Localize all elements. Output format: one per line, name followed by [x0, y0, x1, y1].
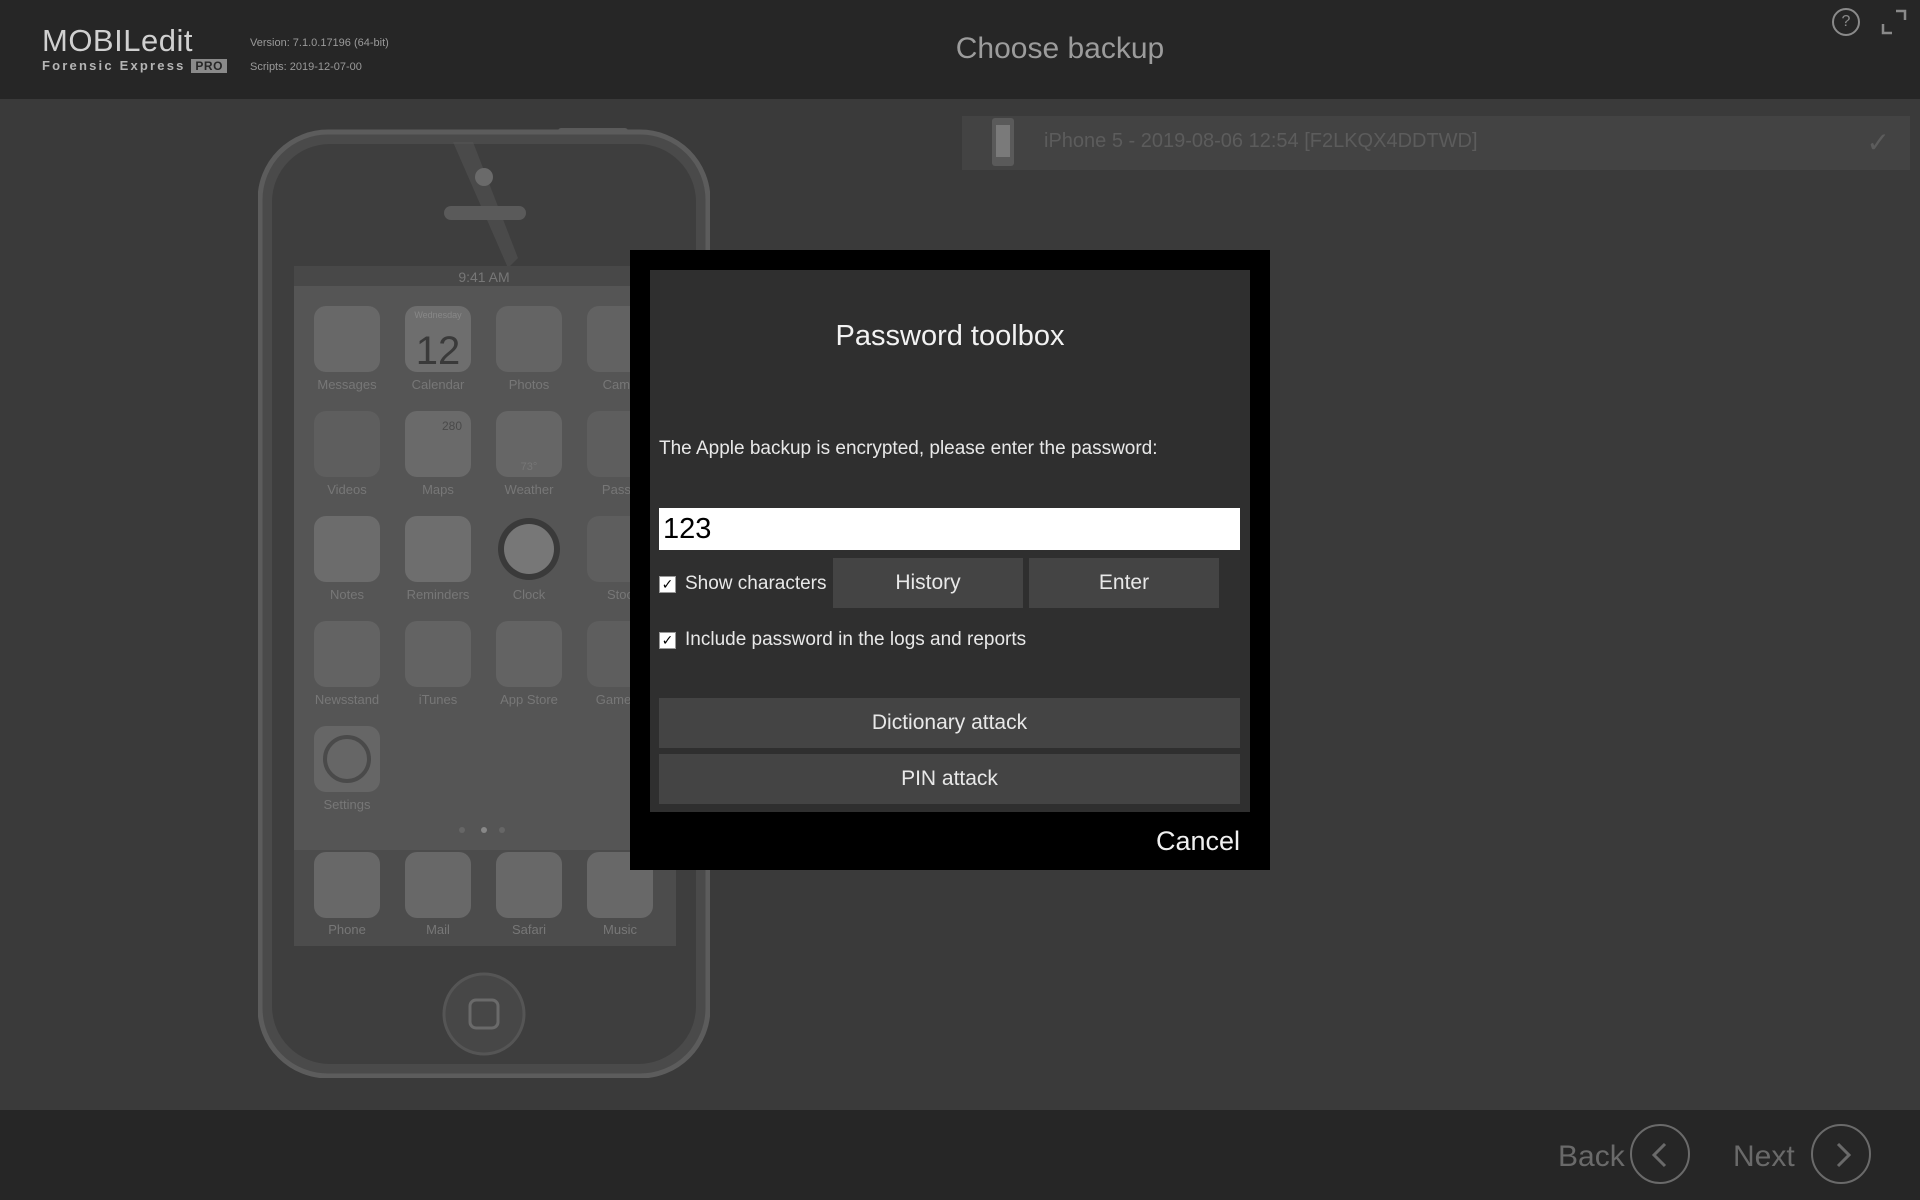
page-dot: [459, 827, 465, 833]
page-dot: [481, 827, 487, 833]
show-characters-checkbox[interactable]: ✓: [659, 575, 676, 593]
photos-app-icon: [496, 306, 562, 372]
chevron-left-icon[interactable]: [1630, 1124, 1690, 1184]
app-label: Clock: [513, 587, 546, 602]
question-mark-icon[interactable]: ?: [1832, 8, 1860, 36]
reminders-app-icon: [405, 516, 471, 582]
dictionary-attack-button[interactable]: Dictionary attack: [659, 698, 1240, 748]
weather-temp-text: 73°: [521, 461, 538, 473]
phone-time: 9:41 AM: [458, 269, 509, 285]
password-toolbox-dialog: Password toolbox The Apple backup is enc…: [630, 250, 1270, 870]
phone-app-icon: [314, 852, 380, 918]
dialog-body: Password toolbox The Apple backup is enc…: [650, 270, 1250, 812]
history-button[interactable]: History: [833, 558, 1023, 608]
backup-list-item[interactable]: iPhone 5 - 2019-08-06 12:54 [F2LKQX4DDTW…: [962, 116, 1910, 170]
wizard-footer: Back Next: [0, 1110, 1920, 1200]
calendar-date-text: 12: [416, 329, 461, 373]
app-label: Videos: [327, 482, 367, 497]
newsstand-app-icon: [314, 621, 380, 687]
app-label: App Store: [500, 692, 558, 707]
dock-label: Music: [603, 922, 637, 937]
app-label: Newsstand: [315, 692, 379, 707]
include-password-checkbox[interactable]: ✓: [659, 631, 676, 649]
app-label: Settings: [324, 797, 371, 812]
itunes-app-icon: [405, 621, 471, 687]
dialog-title: Password toolbox: [835, 320, 1065, 352]
app-label: iTunes: [419, 692, 458, 707]
enter-button[interactable]: Enter: [1029, 558, 1219, 608]
app-header: MOBILedit Forensic Express PRO Version: …: [0, 0, 1920, 99]
expand-icon[interactable]: [1880, 8, 1908, 36]
app-label: Messages: [317, 377, 377, 392]
back-label[interactable]: Back: [1558, 1140, 1625, 1174]
iphone-thumbnail-icon: [992, 118, 1014, 166]
videos-app-icon: [314, 411, 380, 477]
maps-badge-text: 280: [442, 419, 462, 433]
notes-app-icon: [314, 516, 380, 582]
next-label[interactable]: Next: [1733, 1140, 1795, 1174]
phone-camera: [475, 168, 493, 186]
messages-app-icon: [314, 306, 380, 372]
app-label: Photos: [509, 377, 550, 392]
dock-label: Phone: [328, 922, 366, 937]
app-label: Reminders: [407, 587, 470, 602]
safari-app-icon: [496, 852, 562, 918]
cancel-button[interactable]: Cancel: [1156, 826, 1240, 857]
mail-app-icon: [405, 852, 471, 918]
include-password-label: Include password in the logs and reports: [685, 629, 1027, 650]
backup-label: iPhone 5 - 2019-08-06 12:54 [F2LKQX4DDTW…: [1044, 130, 1478, 152]
app-label: Maps: [422, 482, 454, 497]
dock-label: Safari: [512, 922, 546, 937]
page-title: Choose backup: [955, 32, 1165, 65]
dialog-message: The Apple backup is encrypted, please en…: [659, 438, 1158, 459]
chevron-right-icon[interactable]: [1811, 1124, 1871, 1184]
show-characters-checkbox-row[interactable]: ✓ Show characters: [659, 573, 827, 595]
app-store-app-icon: [496, 621, 562, 687]
pin-attack-button[interactable]: PIN attack: [659, 754, 1240, 804]
dock-label: Mail: [426, 922, 450, 937]
page-dot: [499, 827, 505, 833]
phone-home-button: [442, 972, 526, 1056]
include-password-checkbox-row[interactable]: ✓ Include password in the logs and repor…: [659, 629, 1026, 651]
show-characters-label: Show characters: [685, 573, 827, 594]
password-input[interactable]: [659, 508, 1240, 550]
checkmark-icon: ✓: [1866, 127, 1890, 158]
app-label: Weather: [505, 482, 555, 497]
calendar-day-text: Wednesday: [414, 310, 462, 320]
clock-face: [504, 524, 554, 574]
app-label: Calendar: [412, 377, 465, 392]
phone-speaker: [444, 206, 526, 220]
app-label: Notes: [330, 587, 364, 602]
